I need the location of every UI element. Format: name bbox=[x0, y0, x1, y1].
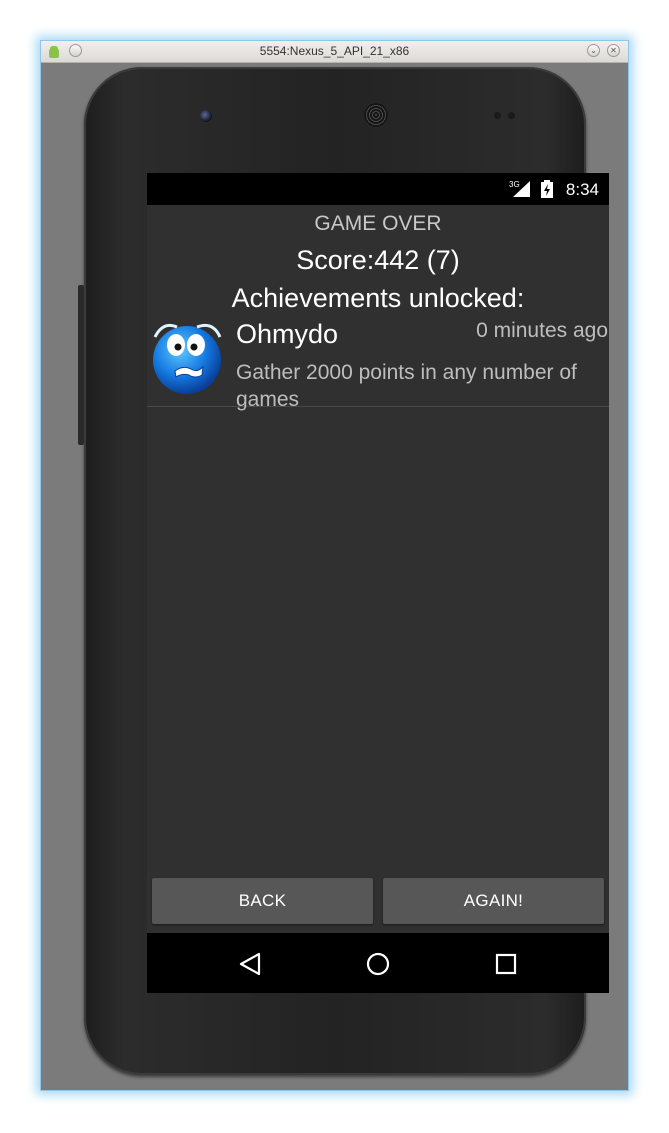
status-bar: 3G 8:34 bbox=[147, 173, 609, 205]
home-circle-icon[interactable] bbox=[364, 950, 392, 978]
minimize-icon[interactable]: ⌄ bbox=[587, 44, 600, 57]
achievement-name: Ohmydo bbox=[236, 319, 339, 349]
score-label: Score:442 (7) bbox=[296, 245, 460, 275]
again-button[interactable]: AGAIN! bbox=[383, 878, 604, 924]
achievement-description-line1: Gather 2000 points in any number of bbox=[236, 361, 577, 384]
recents-square-icon[interactable] bbox=[492, 950, 520, 978]
worried-smiley-icon bbox=[153, 323, 222, 394]
close-icon[interactable]: ✕ bbox=[607, 44, 620, 57]
phone-frame: 3G 8:34 GAME OVER Score:442 (7) Achievem… bbox=[78, 67, 609, 1075]
light-sensor bbox=[508, 112, 515, 119]
achievement-description-line2: games bbox=[236, 388, 300, 411]
emulator-window: 5554:Nexus_5_API_21_x86 ⌄ ✕ 3G 8:34 GAME… bbox=[40, 40, 629, 1091]
back-button[interactable]: BACK bbox=[152, 878, 373, 924]
game-over-heading: GAME OVER bbox=[314, 212, 442, 235]
window-titlebar[interactable]: 5554:Nexus_5_API_21_x86 ⌄ ✕ bbox=[41, 41, 628, 63]
signal-icon: 3G bbox=[509, 180, 530, 197]
achievement-list-item[interactable]: Ohmydo 0 minutes ago Gather 2000 points … bbox=[147, 315, 609, 411]
battery-icon bbox=[541, 180, 553, 198]
phone-screen: 3G 8:34 GAME OVER Score:442 (7) Achievem… bbox=[147, 173, 609, 993]
earpiece-speaker bbox=[364, 103, 388, 127]
network-type-label: 3G bbox=[509, 180, 520, 189]
back-triangle-icon[interactable] bbox=[237, 950, 265, 978]
front-camera bbox=[200, 110, 212, 122]
achievement-time: 0 minutes ago bbox=[476, 319, 608, 342]
proximity-sensor bbox=[494, 112, 501, 119]
window-title: 5554:Nexus_5_API_21_x86 bbox=[259, 44, 410, 58]
achievement-description: Gather 2000 points in any number of game… bbox=[236, 359, 609, 413]
volume-button[interactable] bbox=[78, 285, 84, 445]
status-clock: 8:34 bbox=[565, 180, 599, 199]
navigation-bar bbox=[147, 933, 609, 993]
achievements-title: Achievements unlocked: bbox=[231, 283, 525, 313]
